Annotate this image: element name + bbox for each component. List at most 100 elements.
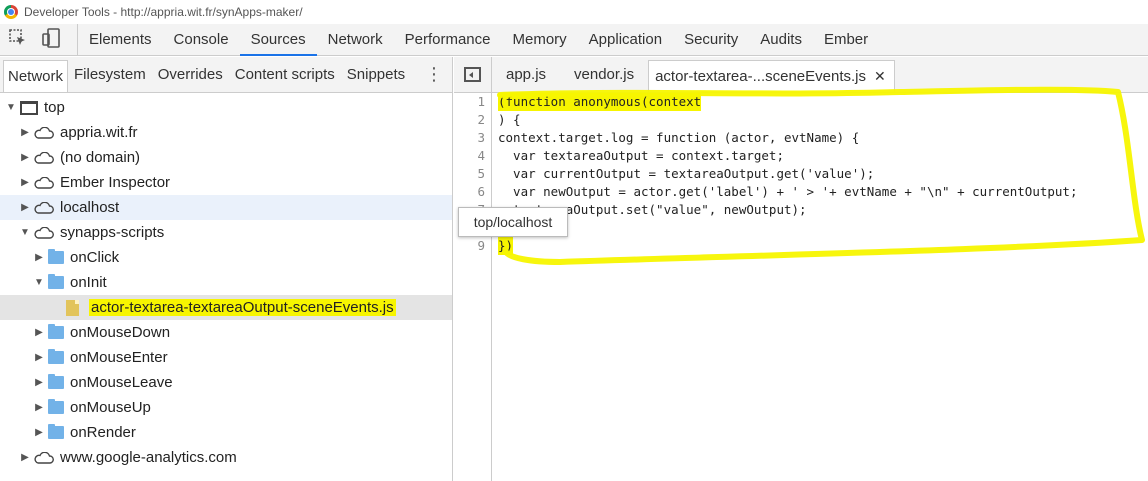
folder-icon: [48, 274, 64, 289]
cloud-icon: [34, 226, 54, 239]
navigator-tab-content-scripts[interactable]: Content scripts: [229, 57, 341, 92]
tab-label: Content scripts: [234, 66, 335, 83]
tab-label: Filesystem: [74, 66, 146, 83]
line-number: 6: [477, 184, 485, 199]
tab-label: Network: [327, 31, 383, 48]
navigator-tab-filesystem[interactable]: Filesystem: [68, 57, 152, 92]
code-line-5: var currentOutput = textareaOutput.get('…: [498, 166, 875, 181]
navigator-tabs: Network Filesystem Overrides Content scr…: [0, 57, 452, 93]
tree-item-label: localhost: [60, 199, 120, 216]
more-options-icon[interactable]: ⋮: [416, 57, 452, 92]
tab-application[interactable]: Application: [578, 24, 673, 55]
line-number: 5: [477, 166, 485, 181]
collapsed-arrow-icon[interactable]: ▶: [18, 202, 32, 213]
tree-item-label: actor-textarea-textareaOutput-sceneEvent…: [89, 299, 396, 316]
tab-label: vendor.js: [574, 66, 635, 83]
tab-label: Overrides: [157, 66, 223, 83]
file-tree: ▼ top ▶ appria.wit.fr ▶ (no domain) ▶ Em…: [0, 93, 452, 470]
hover-tooltip: top/localhost: [458, 207, 568, 237]
tree-item-onmouseenter[interactable]: ▶ onMouseEnter: [0, 345, 452, 370]
collapsed-arrow-icon[interactable]: ▶: [32, 352, 46, 363]
code-line-8: }: [498, 219, 1148, 237]
tree-item-onrender[interactable]: ▶ onRender: [0, 420, 452, 445]
tree-item-onmouseleave[interactable]: ▶ onMouseLeave: [0, 370, 452, 395]
chrome-icon: [4, 5, 18, 19]
collapsed-arrow-icon[interactable]: ▶: [18, 152, 32, 163]
tree-item-ember-inspector[interactable]: ▶ Ember Inspector: [0, 170, 452, 195]
tab-memory[interactable]: Memory: [502, 24, 578, 55]
tab-console[interactable]: Console: [163, 24, 240, 55]
tab-elements[interactable]: Elements: [78, 24, 163, 55]
tree-item-label: onMouseLeave: [70, 374, 173, 391]
collapsed-arrow-icon[interactable]: ▶: [18, 177, 32, 188]
device-toolbar-icon[interactable]: [42, 28, 64, 51]
collapsed-arrow-icon[interactable]: ▶: [18, 127, 32, 138]
tab-security[interactable]: Security: [673, 24, 749, 55]
collapsed-arrow-icon[interactable]: ▶: [32, 377, 46, 388]
tab-audits[interactable]: Audits: [749, 24, 813, 55]
tab-sources[interactable]: Sources: [239, 24, 317, 56]
tree-item-label: synapps-scripts: [60, 224, 165, 241]
inspect-element-icon[interactable]: [8, 28, 28, 51]
toggle-navigator-button[interactable]: [454, 57, 492, 92]
navigator-tab-network[interactable]: Network: [3, 60, 69, 92]
tab-label: app.js: [506, 66, 547, 83]
tree-item-onmouseup[interactable]: ▶ onMouseUp: [0, 395, 452, 420]
tree-item-label: www.google-analytics.com: [60, 449, 237, 466]
tree-item-label: onRender: [70, 424, 136, 441]
code-area[interactable]: 1 2 3 4 5 6 7 8 9 (function anonymous(co…: [454, 93, 1148, 481]
code-line-3: context.target.log = function (actor, ev…: [498, 130, 860, 145]
tree-item-top[interactable]: ▼ top: [0, 95, 452, 120]
cloud-icon: [34, 151, 54, 164]
tree-item-localhost[interactable]: ▶ localhost: [0, 195, 452, 220]
tab-performance[interactable]: Performance: [394, 24, 502, 55]
expanded-arrow-icon[interactable]: ▼: [4, 102, 18, 113]
collapsed-arrow-icon[interactable]: ▶: [18, 452, 32, 463]
tree-item-onmousedown[interactable]: ▶ onMouseDown: [0, 320, 452, 345]
tree-item-synapps-scripts[interactable]: ▼ synapps-scripts: [0, 220, 452, 245]
editor-tab-app-js[interactable]: app.js: [492, 57, 560, 92]
tree-item-label: onInit: [70, 274, 107, 291]
frame-icon: [20, 100, 38, 115]
collapsed-arrow-icon[interactable]: ▶: [32, 327, 46, 338]
tab-label: actor-textarea-...sceneEvents.js: [655, 68, 867, 85]
navigator-tab-overrides[interactable]: Overrides: [152, 57, 229, 92]
editor-tab-active-file[interactable]: actor-textarea-...sceneEvents.js ✕: [648, 60, 895, 92]
folder-icon: [48, 324, 64, 339]
tree-item-label: onMouseUp: [70, 399, 151, 416]
tab-ember[interactable]: Ember: [813, 24, 879, 55]
tree-item-selected-file[interactable]: actor-textarea-textareaOutput-sceneEvent…: [0, 295, 452, 320]
tab-label: Security: [684, 31, 739, 48]
editor-tab-vendor-js[interactable]: vendor.js: [560, 57, 648, 92]
devtools-toolbar: Elements Console Sources Network Perform…: [0, 24, 1148, 56]
editor-tabs: app.js vendor.js actor-textarea-...scene…: [454, 57, 1148, 93]
window-titlebar: Developer Tools - http://appria.wit.fr/s…: [0, 0, 1148, 24]
tree-item-label: onMouseEnter: [70, 349, 168, 366]
collapsed-arrow-icon[interactable]: ▶: [32, 252, 46, 263]
tree-item-google-analytics[interactable]: ▶ www.google-analytics.com: [0, 445, 452, 470]
sources-navigator: Network Filesystem Overrides Content scr…: [0, 57, 453, 481]
tree-item-onclick[interactable]: ▶ onClick: [0, 245, 452, 270]
close-icon[interactable]: ✕: [874, 68, 886, 85]
expanded-arrow-icon[interactable]: ▼: [32, 277, 46, 288]
tab-network[interactable]: Network: [317, 24, 394, 55]
tree-item-appria[interactable]: ▶ appria.wit.fr: [0, 120, 452, 145]
js-file-icon: [66, 299, 79, 316]
navigator-tab-snippets[interactable]: Snippets: [341, 57, 411, 92]
tree-item-label: Ember Inspector: [60, 174, 171, 191]
tab-label: Ember: [823, 31, 869, 48]
line-number: 4: [477, 148, 485, 163]
tooltip-text: top/localhost: [473, 214, 553, 230]
sidebar-toggle-icon: [464, 67, 481, 82]
tab-label: Snippets: [346, 66, 406, 83]
code-line-9: }): [498, 237, 514, 255]
cloud-icon: [34, 126, 54, 139]
collapsed-arrow-icon[interactable]: ▶: [32, 427, 46, 438]
tree-item-no-domain[interactable]: ▶ (no domain): [0, 145, 452, 170]
line-number: 3: [477, 130, 485, 145]
tree-item-oninit[interactable]: ▼ onInit: [0, 270, 452, 295]
source-editor: app.js vendor.js actor-textarea-...scene…: [454, 57, 1148, 481]
expanded-arrow-icon[interactable]: ▼: [18, 227, 32, 238]
collapsed-arrow-icon[interactable]: ▶: [32, 402, 46, 413]
tab-label: Memory: [512, 31, 567, 48]
